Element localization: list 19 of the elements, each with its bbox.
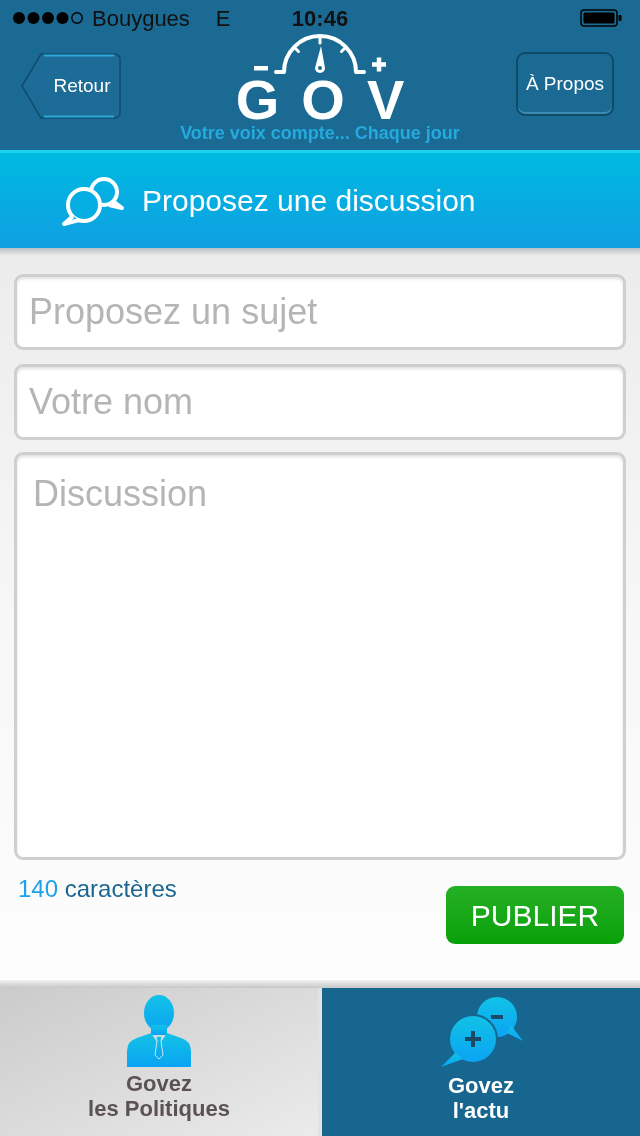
network-type: E [215,4,231,33]
discussion-textarea[interactable]: Discussion [14,452,626,860]
text-input-field[interactable]: Proposez un sujet [14,274,626,350]
status-time: 10:46 [291,4,349,33]
carrier-name: Bouygues [92,4,190,33]
back-button[interactable]: Retour [20,52,122,120]
text-input-field[interactable]: Votre nom [14,364,626,440]
tab-button[interactable]: Govez l'actu [322,988,640,1136]
about-button[interactable]: À Propos [516,52,614,116]
section-title: Proposez une discussion [142,183,476,219]
logo-tagline: Votre voix compte... Chaque jour [180,122,460,144]
signal-strength-icon [12,11,84,25]
battery-icon [580,9,622,27]
speech-bubbles-icon [60,174,126,227]
person-icon [125,995,193,1067]
publish-button[interactable]: PUBLIER [446,886,624,944]
character-counter: 140 caractères [17,874,177,904]
tab-button[interactable]: Govez les Politiques [0,988,318,1136]
logo-wordmark: GOV [235,78,427,122]
